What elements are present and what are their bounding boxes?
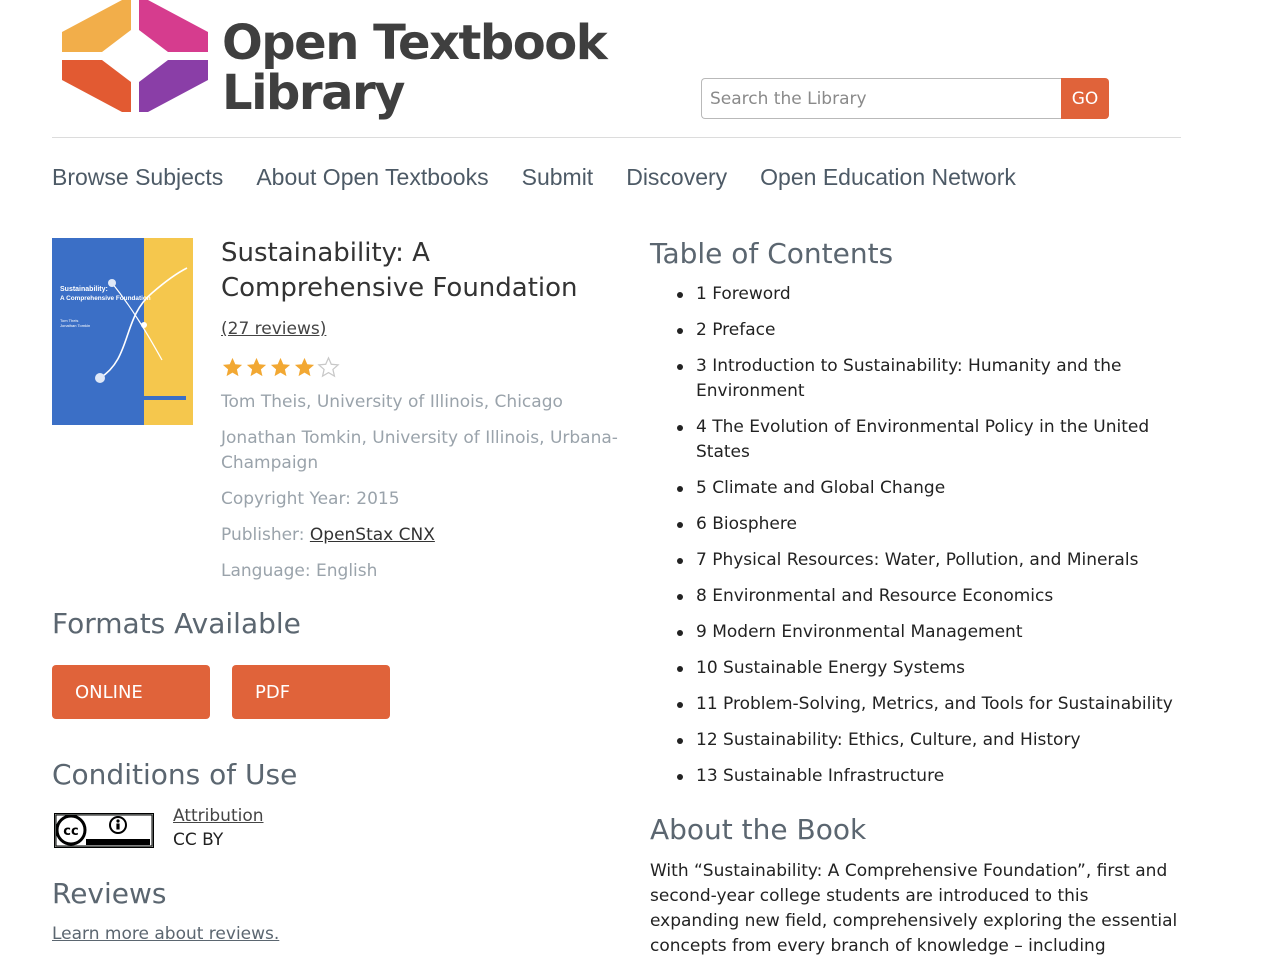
- brand-line-1: Open Textbook: [222, 15, 608, 71]
- nav-browse-subjects[interactable]: Browse Subjects: [52, 162, 223, 192]
- pdf-format-button[interactable]: PDF: [232, 665, 390, 719]
- nav-about-open-textbooks[interactable]: About Open Textbooks: [256, 162, 488, 192]
- license-attribution-link[interactable]: Attribution: [173, 806, 264, 826]
- toc-item: 5 Climate and Global Change: [650, 476, 1180, 501]
- brand-line-2: Library: [222, 65, 405, 121]
- toc-list: 1 Foreword 2 Preface 3 Introduction to S…: [650, 282, 1180, 800]
- book-title: Sustainability: A Comprehensive Foundati…: [221, 238, 578, 303]
- brand-title[interactable]: Open Textbook Library: [222, 15, 608, 121]
- search-input[interactable]: [701, 78, 1061, 119]
- author-1: Tom Theis, University of Illinois, Chica…: [221, 392, 563, 412]
- search-go-button[interactable]: GO: [1061, 78, 1109, 119]
- language: Language: English: [221, 561, 378, 581]
- star-empty-icon: [317, 356, 340, 378]
- star-filled-icon: [270, 357, 291, 377]
- main-nav: Browse Subjects About Open Textbooks Sub…: [52, 162, 1016, 192]
- svg-text:cc: cc: [63, 824, 78, 839]
- formats-heading: Formats Available: [52, 607, 301, 640]
- cover-author-line-2: Jonathan Tomkin: [60, 323, 90, 328]
- star-filled-icon: [246, 357, 267, 377]
- open-textbook-library-logo[interactable]: [62, 0, 208, 112]
- publisher-link[interactable]: OpenStax CNX: [310, 525, 435, 545]
- about-heading: About the Book: [650, 813, 867, 846]
- book-cover-image: Sustainability: A Comprehensive Foundati…: [52, 238, 193, 425]
- toc-item: 6 Biosphere: [650, 512, 1180, 537]
- copyright-year: Copyright Year: 2015: [221, 489, 400, 509]
- toc-item: 9 Modern Environmental Management: [650, 620, 1180, 645]
- star-filled-icon: [294, 357, 315, 377]
- publisher-label: Publisher:: [221, 525, 310, 545]
- toc-item: 2 Preface: [650, 318, 1180, 343]
- nav-discovery[interactable]: Discovery: [626, 162, 727, 192]
- about-text: With “Sustainability: A Comprehensive Fo…: [650, 861, 1178, 956]
- online-format-button[interactable]: ONLINE: [52, 665, 210, 719]
- toc-item: 13 Sustainable Infrastructure: [650, 764, 1180, 789]
- toc-item: 12 Sustainability: Ethics, Culture, and …: [650, 728, 1180, 753]
- license-code: CC BY: [173, 830, 224, 850]
- search-form: GO: [701, 78, 1109, 119]
- toc-item: 3 Introduction to Sustainability: Humani…: [650, 354, 1180, 404]
- toc-item: 7 Physical Resources: Water, Pollution, …: [650, 548, 1180, 573]
- toc-item: 4 The Evolution of Environmental Policy …: [650, 415, 1180, 465]
- toc-item: 10 Sustainable Energy Systems: [650, 656, 1180, 681]
- toc-item: 11 Problem-Solving, Metrics, and Tools f…: [650, 692, 1180, 717]
- nav-submit[interactable]: Submit: [522, 162, 594, 192]
- rating-stars: [221, 356, 340, 379]
- toc-heading: Table of Contents: [650, 237, 894, 270]
- reviews-heading: Reviews: [52, 877, 167, 910]
- reviews-count-link[interactable]: (27 reviews): [221, 319, 326, 339]
- nav-open-education-network[interactable]: Open Education Network: [760, 162, 1016, 192]
- star-filled-icon: [222, 357, 243, 377]
- cc-by-icon[interactable]: cc: [54, 813, 154, 848]
- author-2: Jonathan Tomkin, University of Illinois,…: [221, 428, 618, 473]
- cover-title-line-2: A Comprehensive Foundation: [60, 295, 151, 302]
- toc-item: 8 Environmental and Resource Economics: [650, 584, 1180, 609]
- learn-more-reviews-link[interactable]: Learn more about reviews.: [52, 924, 279, 944]
- conditions-heading: Conditions of Use: [52, 758, 298, 791]
- cover-title-line-1: Sustainability:: [60, 286, 108, 293]
- toc-item: 1 Foreword: [650, 282, 1180, 307]
- publisher: Publisher: OpenStax CNX: [221, 523, 621, 548]
- header-divider: [52, 137, 1181, 138]
